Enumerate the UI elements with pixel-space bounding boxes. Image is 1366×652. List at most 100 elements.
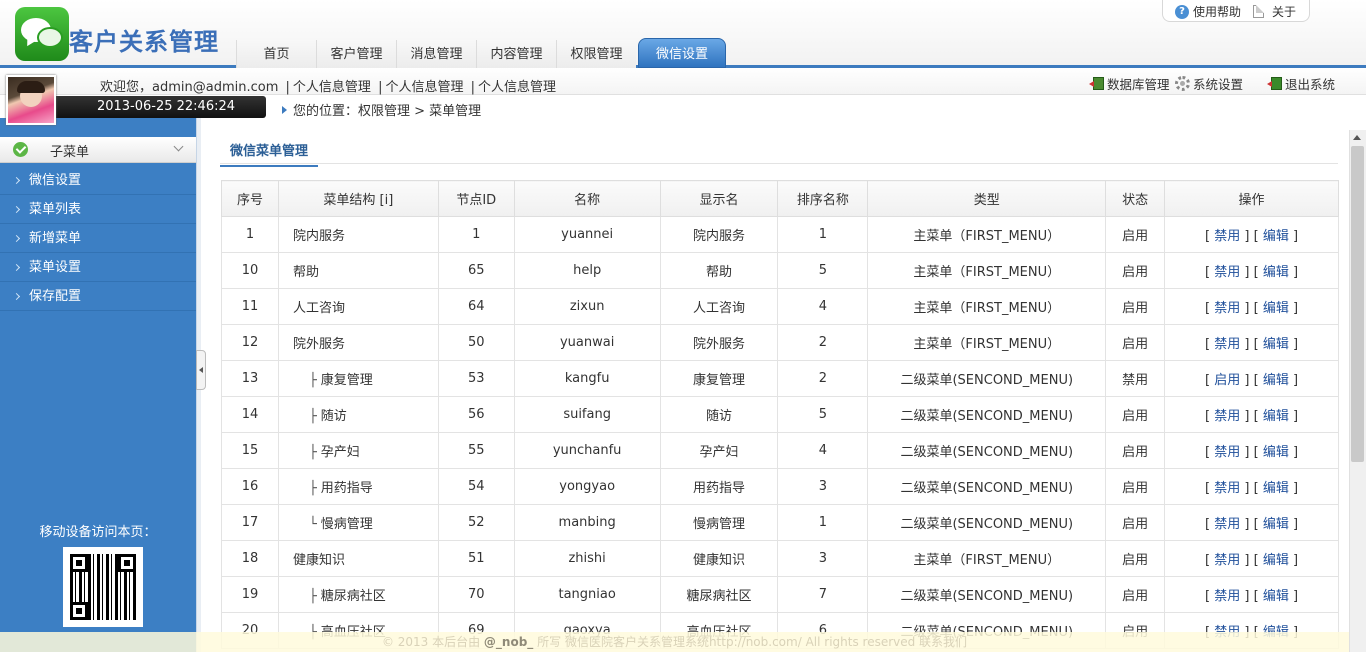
column-header[interactable]: 操作 — [1164, 180, 1339, 217]
toggle-status-button[interactable]: 禁用 — [1214, 445, 1240, 460]
column-header[interactable]: 类型 — [867, 180, 1107, 217]
table-row: 15 ├ 孕产妇 55 yunchanfu 孕产妇 4 二级菜单(SENCOND_MENU) 启… — [221, 432, 1339, 469]
edit-button[interactable]: 编辑 — [1263, 445, 1289, 460]
menu-structure-cell: ├ 孕产妇 — [277, 432, 439, 469]
toggle-status-button[interactable]: 启用 — [1214, 373, 1240, 388]
status-badge: 启用 — [1105, 432, 1166, 469]
help-link[interactable]: ? 使用帮助 — [1175, 3, 1241, 20]
row-number: 13 — [221, 360, 279, 397]
menu-name: help — [513, 252, 661, 289]
row-actions: [ 禁用 ] [ 编辑 ] — [1164, 288, 1339, 325]
scroll-up-icon[interactable] — [1353, 135, 1361, 140]
row-actions: [ 禁用 ] [ 编辑 ] — [1164, 540, 1339, 577]
menu-name: kangfu — [513, 360, 661, 397]
sidebar-item-4[interactable]: 保存配置 — [0, 282, 196, 311]
status-badge: 启用 — [1105, 576, 1166, 613]
menu-structure-cell: ├ 康复管理 — [277, 360, 439, 397]
qr-code — [63, 547, 143, 627]
toggle-status-button[interactable]: 禁用 — [1214, 553, 1240, 568]
menu-name: manbing — [513, 504, 661, 541]
menu-type: 二级菜单(SENCOND_MENU) — [867, 504, 1107, 541]
row-number: 12 — [221, 324, 279, 361]
main-content: 微信菜单管理 序号 菜单结构 [i] 节点ID 名称 显示名 排序名称 类型 状态 操作 1 院内… — [206, 118, 1348, 652]
column-header[interactable]: 排序名称 — [777, 180, 869, 217]
row-number: 16 — [221, 468, 279, 505]
nav-tab-1[interactable]: 客户管理 — [316, 40, 396, 68]
sidebar-item-3[interactable]: 菜单设置 — [0, 253, 196, 282]
menu-structure-cell: 院内服务 — [277, 216, 439, 253]
logout-label: 退出系统 — [1285, 77, 1336, 92]
settings-link[interactable]: 系统设置 — [1175, 74, 1243, 93]
menu-name: tangniao — [513, 576, 661, 613]
menu-structure-cell: 人工咨询 — [277, 288, 439, 325]
nav-tab-2[interactable]: 消息管理 — [396, 40, 476, 68]
column-header[interactable]: 显示名 — [659, 180, 779, 217]
edit-button[interactable]: 编辑 — [1263, 481, 1289, 496]
scrollbar-thumb[interactable] — [1351, 146, 1364, 462]
sidebar-item-2[interactable]: 新增菜单 — [0, 224, 196, 253]
display-name: 随访 — [659, 396, 779, 433]
nav-tab-4[interactable]: 权限管理 — [556, 40, 636, 68]
row-number: 18 — [221, 540, 279, 577]
column-header[interactable]: 节点ID — [437, 180, 515, 217]
footer: © 2013 本后台由 @_nob_ 所写 微信医院客户关系管理系统http:/… — [0, 632, 1349, 652]
nav-tab-5[interactable]: 微信设置 — [638, 38, 726, 68]
table-row: 11 人工咨询 64 zixun 人工咨询 4 主菜单（FIRST_MENU） 启用[ 禁用 … — [221, 288, 1339, 325]
toggle-status-button[interactable]: 禁用 — [1214, 265, 1240, 280]
row-actions: [ 启用 ] [ 编辑 ] — [1164, 360, 1339, 397]
edit-button[interactable]: 编辑 — [1263, 517, 1289, 532]
about-link[interactable]: 关于 — [1253, 3, 1296, 20]
settings-label: 系统设置 — [1193, 77, 1244, 92]
menu-type: 主菜单（FIRST_MENU） — [867, 288, 1107, 325]
toggle-status-button[interactable]: 禁用 — [1214, 337, 1240, 352]
toggle-status-button[interactable]: 禁用 — [1214, 409, 1240, 424]
column-header[interactable]: 序号 — [221, 180, 279, 217]
column-header[interactable]: 菜单结构 [i] — [277, 180, 439, 217]
edit-button[interactable]: 编辑 — [1263, 229, 1289, 244]
menu-label: 随访 — [320, 409, 347, 424]
node-id: 1 — [437, 216, 515, 253]
menu-type: 二级菜单(SENCOND_MENU) — [867, 576, 1107, 613]
profile-link-1[interactable]: 个人信息管理 — [293, 80, 371, 95]
menu-structure-cell: ├ 用药指导 — [277, 468, 439, 505]
menu-type: 二级菜单(SENCOND_MENU) — [867, 360, 1107, 397]
logout-link[interactable]: 退出系统 — [1267, 74, 1336, 93]
gear-icon — [1175, 76, 1190, 91]
nav-tab-0[interactable]: 首页 — [236, 40, 316, 68]
nav-tab-3[interactable]: 内容管理 — [476, 40, 556, 68]
edit-button[interactable]: 编辑 — [1263, 553, 1289, 568]
row-actions: [ 禁用 ] [ 编辑 ] — [1164, 396, 1339, 433]
footer-author[interactable]: @_nob_ — [484, 635, 533, 649]
toggle-status-button[interactable]: 禁用 — [1214, 229, 1240, 244]
sidebar-item-1[interactable]: 菜单列表 — [0, 195, 196, 224]
column-header[interactable]: 状态 — [1105, 180, 1166, 217]
profile-link-2[interactable]: 个人信息管理 — [385, 80, 463, 95]
database-link[interactable]: 数据库管理 — [1089, 74, 1170, 93]
status-badge: 禁用 — [1105, 360, 1166, 397]
tree-branch-icon: ├ — [308, 445, 317, 460]
edit-button[interactable]: 编辑 — [1263, 589, 1289, 604]
menu-name: yongyao — [513, 468, 661, 505]
node-id: 54 — [437, 468, 515, 505]
toggle-status-button[interactable]: 禁用 — [1214, 517, 1240, 532]
status-badge: 启用 — [1105, 504, 1166, 541]
display-name: 康复管理 — [659, 360, 779, 397]
menu-label: 院外服务 — [292, 337, 345, 352]
edit-button[interactable]: 编辑 — [1263, 409, 1289, 424]
toggle-status-button[interactable]: 禁用 — [1214, 301, 1240, 316]
column-header[interactable]: 名称 — [513, 180, 661, 217]
table-row: 13 ├ 康复管理 53 kangfu 康复管理 2 二级菜单(SENCOND_MENU) 禁用… — [221, 360, 1339, 397]
sidebar-item-0[interactable]: 微信设置 — [0, 166, 196, 195]
toggle-status-button[interactable]: 禁用 — [1214, 589, 1240, 604]
toggle-status-button[interactable]: 禁用 — [1214, 481, 1240, 496]
sidebar-header[interactable]: 子菜单 — [0, 137, 196, 163]
edit-button[interactable]: 编辑 — [1263, 301, 1289, 316]
collapse-sidebar-button[interactable] — [196, 350, 206, 390]
menu-type: 主菜单（FIRST_MENU） — [867, 216, 1107, 253]
edit-button[interactable]: 编辑 — [1263, 265, 1289, 280]
edit-button[interactable]: 编辑 — [1263, 337, 1289, 352]
menu-label: 人工咨询 — [292, 301, 345, 316]
edit-button[interactable]: 编辑 — [1263, 373, 1289, 388]
status-badge: 启用 — [1105, 540, 1166, 577]
profile-link-3[interactable]: 个人信息管理 — [478, 80, 556, 95]
